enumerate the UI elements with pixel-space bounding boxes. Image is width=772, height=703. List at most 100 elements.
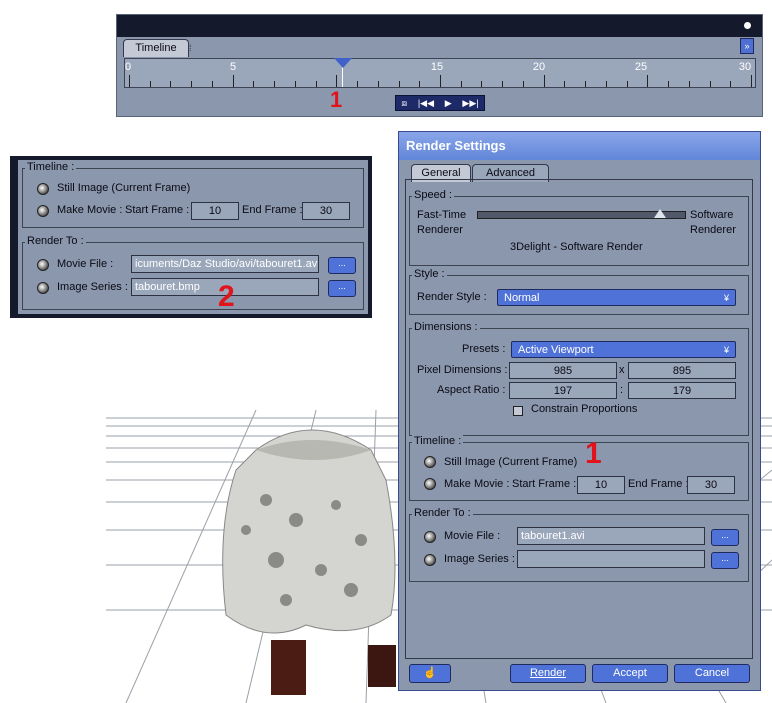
tick-mark <box>626 81 628 87</box>
timeline-panel: Timeline ⁞ » 0 5 15 20 25 30 1 ⧈ |◀◀ ▶ ▶… <box>116 14 763 117</box>
end-frame-label: End Frame : <box>628 478 689 490</box>
browse-button[interactable]: ... <box>328 257 356 274</box>
make-movie-label: Make Movie : <box>57 204 123 216</box>
start-frame-label: Start Frame : <box>125 204 190 216</box>
speed-right-label: Software <box>690 209 734 221</box>
loop-icon[interactable]: ⧈ <box>401 98 407 109</box>
browse-button[interactable]: ... <box>711 529 739 546</box>
dimensions-group: Dimensions : Presets : Active Viewport ¥… <box>409 321 749 436</box>
start-frame-field[interactable]: 10 <box>577 476 625 494</box>
still-image-radio[interactable] <box>424 456 436 468</box>
tick-mark <box>336 75 338 87</box>
playback-controls: ⧈ |◀◀ ▶ ▶▶| <box>395 95 485 111</box>
tick-label: 25 <box>634 61 648 73</box>
group-label: Render To : <box>25 235 86 247</box>
dialog-title: Render Settings <box>399 132 760 160</box>
constrain-proportions-checkbox[interactable] <box>513 406 523 416</box>
tab-grip-icon[interactable]: ⁞ <box>189 43 199 53</box>
timeline-scrubber-handle[interactable] <box>334 58 352 68</box>
close-icon[interactable] <box>743 21 752 30</box>
tick-mark <box>315 81 317 87</box>
aspect-height-field[interactable]: 179 <box>628 382 736 399</box>
aspect-separator: : <box>620 384 624 396</box>
still-image-radio[interactable] <box>37 183 49 195</box>
skip-to-start-icon[interactable]: |◀◀ <box>418 98 434 109</box>
tick-mark <box>377 81 379 87</box>
make-movie-radio[interactable] <box>424 478 436 490</box>
annotation-number: 1 <box>330 87 343 112</box>
tick-mark <box>398 81 400 87</box>
play-icon[interactable]: ▶ <box>445 98 452 109</box>
renderer-name: 3Delight - Software Render <box>510 241 643 253</box>
group-label: Speed : <box>412 189 454 201</box>
tick-mark <box>170 81 172 87</box>
movie-file-radio[interactable] <box>424 531 436 543</box>
movie-file-radio[interactable] <box>37 259 49 271</box>
accept-button[interactable]: Accept <box>592 664 668 683</box>
presets-value: Active Viewport <box>518 344 594 356</box>
timeline-ruler[interactable]: 0 5 15 20 25 30 <box>124 58 756 88</box>
image-series-radio[interactable] <box>37 282 49 294</box>
speed-left-label: Fast-Time <box>417 209 467 221</box>
aspect-width-field[interactable]: 197 <box>509 382 617 399</box>
movie-file-path-field[interactable]: icuments/Daz Studio/avi/tabouret1.avi <box>131 255 319 273</box>
tick-mark <box>191 81 193 87</box>
image-series-radio[interactable] <box>424 554 436 566</box>
speed-slider-handle[interactable] <box>654 209 666 218</box>
speed-left-label: Renderer <box>417 224 463 236</box>
skip-to-end-icon[interactable]: ▶▶| <box>462 98 478 109</box>
render-to-group: Render To : Movie File : icuments/Daz St… <box>22 235 364 310</box>
render-button[interactable]: Render <box>510 664 586 683</box>
stool-leg <box>271 640 306 695</box>
tick-mark <box>688 81 690 87</box>
tick-mark <box>522 81 524 87</box>
panel-menu-icon[interactable]: » <box>740 38 754 54</box>
zoomed-render-settings-excerpt: Timeline : Still Image (Current Frame) M… <box>10 156 372 318</box>
tick-mark <box>709 81 711 87</box>
make-movie-radio[interactable] <box>37 205 49 217</box>
browse-button[interactable]: ... <box>711 552 739 569</box>
pixel-dimensions-label: Pixel Dimensions : <box>417 364 508 376</box>
pixel-height-field[interactable]: 895 <box>628 362 736 379</box>
annotation-number: 1 <box>585 437 602 470</box>
group-label: Timeline : <box>412 435 464 447</box>
image-series-path-field[interactable] <box>517 550 705 568</box>
end-frame-field[interactable]: 30 <box>687 476 735 494</box>
make-movie-label: Make Movie : <box>444 478 510 490</box>
timeline-group: Timeline : Still Image (Current Frame) M… <box>409 435 749 501</box>
excerpt-panel: Timeline : Still Image (Current Frame) M… <box>18 160 368 314</box>
tick-mark <box>357 81 359 87</box>
cancel-button[interactable]: Cancel <box>674 664 750 683</box>
tick-mark <box>502 81 504 87</box>
speed-group: Speed : Fast-Time Renderer Software Rend… <box>409 189 749 266</box>
movie-file-path-field[interactable]: tabouret1.avi <box>517 527 705 545</box>
tick-mark <box>585 81 587 87</box>
render-to-group: Render To : Movie File : tabouret1.avi .… <box>409 507 749 582</box>
pixel-width-field[interactable]: 985 <box>509 362 617 379</box>
tick-mark <box>274 81 276 87</box>
group-label: Timeline : <box>25 161 77 173</box>
start-frame-field[interactable]: 10 <box>191 202 239 220</box>
render-style-label: Render Style : <box>417 291 487 303</box>
group-label: Dimensions : <box>412 321 480 333</box>
tick-mark <box>730 81 732 87</box>
render-style-select[interactable]: Normal ¥ <box>497 289 736 306</box>
tick-label: 5 <box>229 61 237 73</box>
end-frame-field[interactable]: 30 <box>302 202 350 220</box>
aspect-ratio-label: Aspect Ratio : <box>437 384 506 396</box>
browse-button[interactable]: ... <box>328 280 356 297</box>
chevron-down-icon: ¥ <box>723 345 729 355</box>
render-settings-dialog: Render Settings General Advanced Speed :… <box>398 131 761 691</box>
tick-mark <box>129 75 130 87</box>
timeline-group: Timeline : Still Image (Current Frame) M… <box>22 161 364 228</box>
group-label: Render To : <box>412 507 473 519</box>
tick-mark <box>440 75 441 87</box>
presets-select[interactable]: Active Viewport ¥ <box>511 341 736 358</box>
tick-mark <box>232 75 234 87</box>
help-button[interactable]: ☝ <box>409 664 451 683</box>
tick-label: 0 <box>124 61 132 73</box>
chevron-down-icon: ¥ <box>723 293 729 303</box>
still-image-label: Still Image (Current Frame) <box>57 182 191 194</box>
tick-label: 15 <box>430 61 444 73</box>
tab-timeline[interactable]: Timeline <box>123 39 189 57</box>
